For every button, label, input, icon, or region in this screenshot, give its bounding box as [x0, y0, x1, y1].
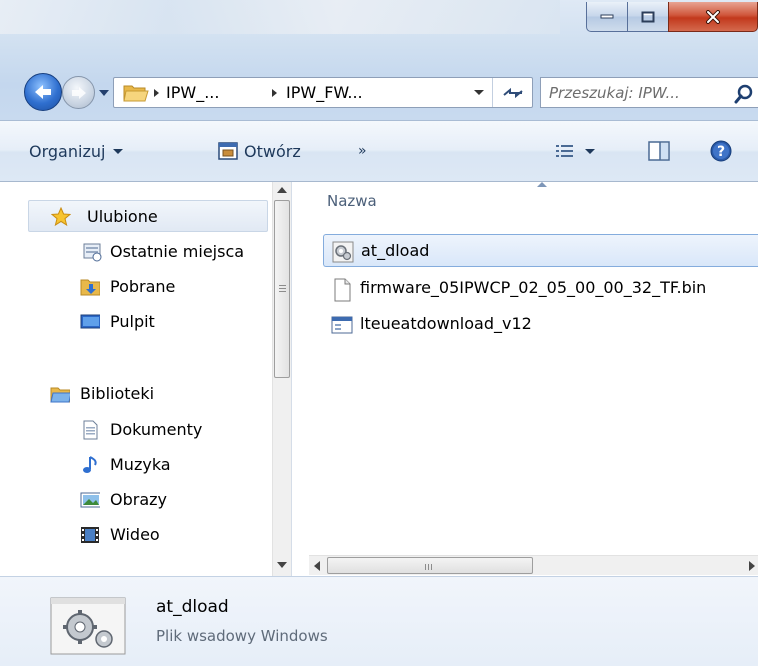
file-row-lteueatdownload[interactable]: lteueatdownload_v12	[323, 308, 758, 341]
minimize-button[interactable]	[586, 2, 628, 32]
nav-item-label: Wideo	[110, 525, 160, 544]
scrollbar-thumb[interactable]	[274, 200, 290, 378]
organize-label: Organizuj	[29, 141, 106, 161]
address-bar[interactable]: IPW_... IPW_FW...	[113, 77, 533, 108]
batch-file-icon	[332, 241, 354, 263]
preview-pane-button[interactable]	[648, 121, 670, 181]
breadcrumb-item[interactable]: IPW_FW...	[286, 83, 363, 102]
nav-item-documents[interactable]: Dokumenty	[0, 414, 272, 446]
nav-item-favorites[interactable]: Ulubione	[28, 200, 268, 232]
scroll-up-icon[interactable]	[277, 187, 287, 193]
recent-places-icon	[83, 243, 102, 262]
film-icon	[81, 527, 99, 543]
folder-icon	[123, 85, 149, 102]
nav-item-recent-places[interactable]: Ostatnie miejsca	[0, 236, 272, 268]
pictures-icon	[80, 492, 100, 508]
nav-pane-scrollbar[interactable]	[272, 182, 291, 576]
open-button[interactable]: Otwórz	[218, 121, 301, 181]
view-list-icon	[556, 145, 573, 157]
search-icon[interactable]	[734, 84, 754, 104]
nav-item-label: Pulpit	[110, 312, 155, 331]
file-list-pane: Nazwa at_dload firmware_05IPWCP_02_05_00…	[309, 182, 758, 576]
breadcrumb-separator-icon[interactable]	[154, 89, 159, 97]
nav-item-pictures[interactable]: Obrazy	[0, 484, 272, 516]
explorer-window: IPW_... IPW_FW... Organizuj Otwórz »	[0, 0, 758, 666]
file-row-firmware[interactable]: firmware_05IPWCP_02_05_00_00_32_TF.bin	[323, 272, 758, 305]
refresh-button[interactable]	[492, 78, 533, 107]
desktop-icon	[80, 314, 100, 329]
chevron-down-icon	[99, 90, 109, 96]
nav-item-music[interactable]: Muzyka	[0, 449, 272, 481]
arrow-right-icon	[71, 86, 86, 99]
libraries-icon	[50, 387, 70, 403]
minimize-icon	[600, 14, 614, 18]
scroll-down-icon[interactable]	[277, 562, 287, 568]
nav-item-label: Obrazy	[110, 490, 167, 509]
sort-ascending-icon	[537, 182, 547, 187]
organize-button[interactable]: Organizuj	[29, 121, 124, 181]
back-button[interactable]	[24, 73, 62, 111]
details-file-type: Plik wsadowy Windows	[156, 627, 328, 645]
documents-icon	[83, 420, 98, 440]
file-name: at_dload	[361, 241, 430, 260]
change-view-button[interactable]	[555, 121, 595, 181]
preview-pane-icon	[648, 141, 670, 161]
scroll-left-icon[interactable]	[314, 561, 320, 571]
open-label: Otwórz	[244, 141, 301, 161]
application-icon	[331, 316, 353, 334]
help-icon: ?	[710, 140, 732, 162]
nav-item-label: Pobrane	[110, 277, 176, 296]
file-name: firmware_05IPWCP_02_05_00_00_32_TF.bin	[360, 278, 707, 297]
open-window-icon	[218, 142, 238, 160]
nav-item-libraries[interactable]: Biblioteki	[28, 378, 268, 410]
navigation-pane: Ulubione Ostatnie miejsca Pobrane Pulpit…	[0, 182, 272, 576]
details-pane: at_dload Plik wsadowy Windows	[0, 576, 758, 666]
maximize-icon	[641, 11, 655, 22]
breadcrumb-item[interactable]: IPW_...	[166, 83, 219, 102]
scrollbar-thumb[interactable]	[327, 557, 533, 574]
nav-item-downloads[interactable]: Pobrane	[0, 271, 272, 303]
forward-button[interactable]	[62, 76, 95, 109]
help-button[interactable]: ?	[710, 121, 732, 181]
nav-item-label: Muzyka	[110, 455, 171, 474]
column-header-name[interactable]: Nazwa	[327, 192, 377, 210]
arrow-left-icon	[35, 85, 51, 99]
nav-item-label: Biblioteki	[80, 384, 155, 403]
nav-item-videos[interactable]: Wideo	[0, 519, 272, 551]
recent-pages-dropdown[interactable]	[97, 86, 111, 100]
music-note-icon	[83, 456, 97, 473]
file-row-at-dload[interactable]: at_dload	[323, 234, 758, 267]
command-bar: Organizuj Otwórz » ?	[0, 120, 758, 182]
nav-item-label: Dokumenty	[110, 420, 203, 439]
svg-text:?: ?	[717, 144, 725, 160]
chevron-down-icon	[585, 148, 595, 154]
nav-item-label: Ostatnie miejsca	[110, 242, 245, 261]
more-commands-button[interactable]: »	[358, 121, 367, 181]
blank-file-icon	[334, 278, 351, 302]
maximize-button[interactable]	[627, 2, 669, 32]
details-file-name: at_dload	[156, 597, 229, 617]
search-input[interactable]	[549, 82, 724, 103]
pane-splitter[interactable]	[291, 182, 309, 576]
downloads-folder-icon	[80, 279, 100, 296]
file-pane-scrollbar[interactable]	[309, 555, 758, 575]
close-icon	[706, 9, 720, 24]
search-box[interactable]	[540, 77, 758, 108]
close-button[interactable]	[668, 2, 758, 32]
batch-file-large-icon	[50, 597, 126, 655]
chevron-down-icon	[113, 148, 124, 154]
nav-item-label: Ulubione	[87, 207, 158, 226]
file-name: lteueatdownload_v12	[360, 314, 532, 333]
refresh-icon	[503, 87, 523, 98]
breadcrumb-separator-icon[interactable]	[272, 89, 277, 97]
more-label: »	[358, 143, 367, 159]
address-dropdown-icon[interactable]	[474, 90, 484, 95]
scroll-right-icon[interactable]	[749, 561, 755, 571]
nav-item-desktop[interactable]: Pulpit	[0, 306, 272, 338]
star-icon	[51, 207, 71, 227]
